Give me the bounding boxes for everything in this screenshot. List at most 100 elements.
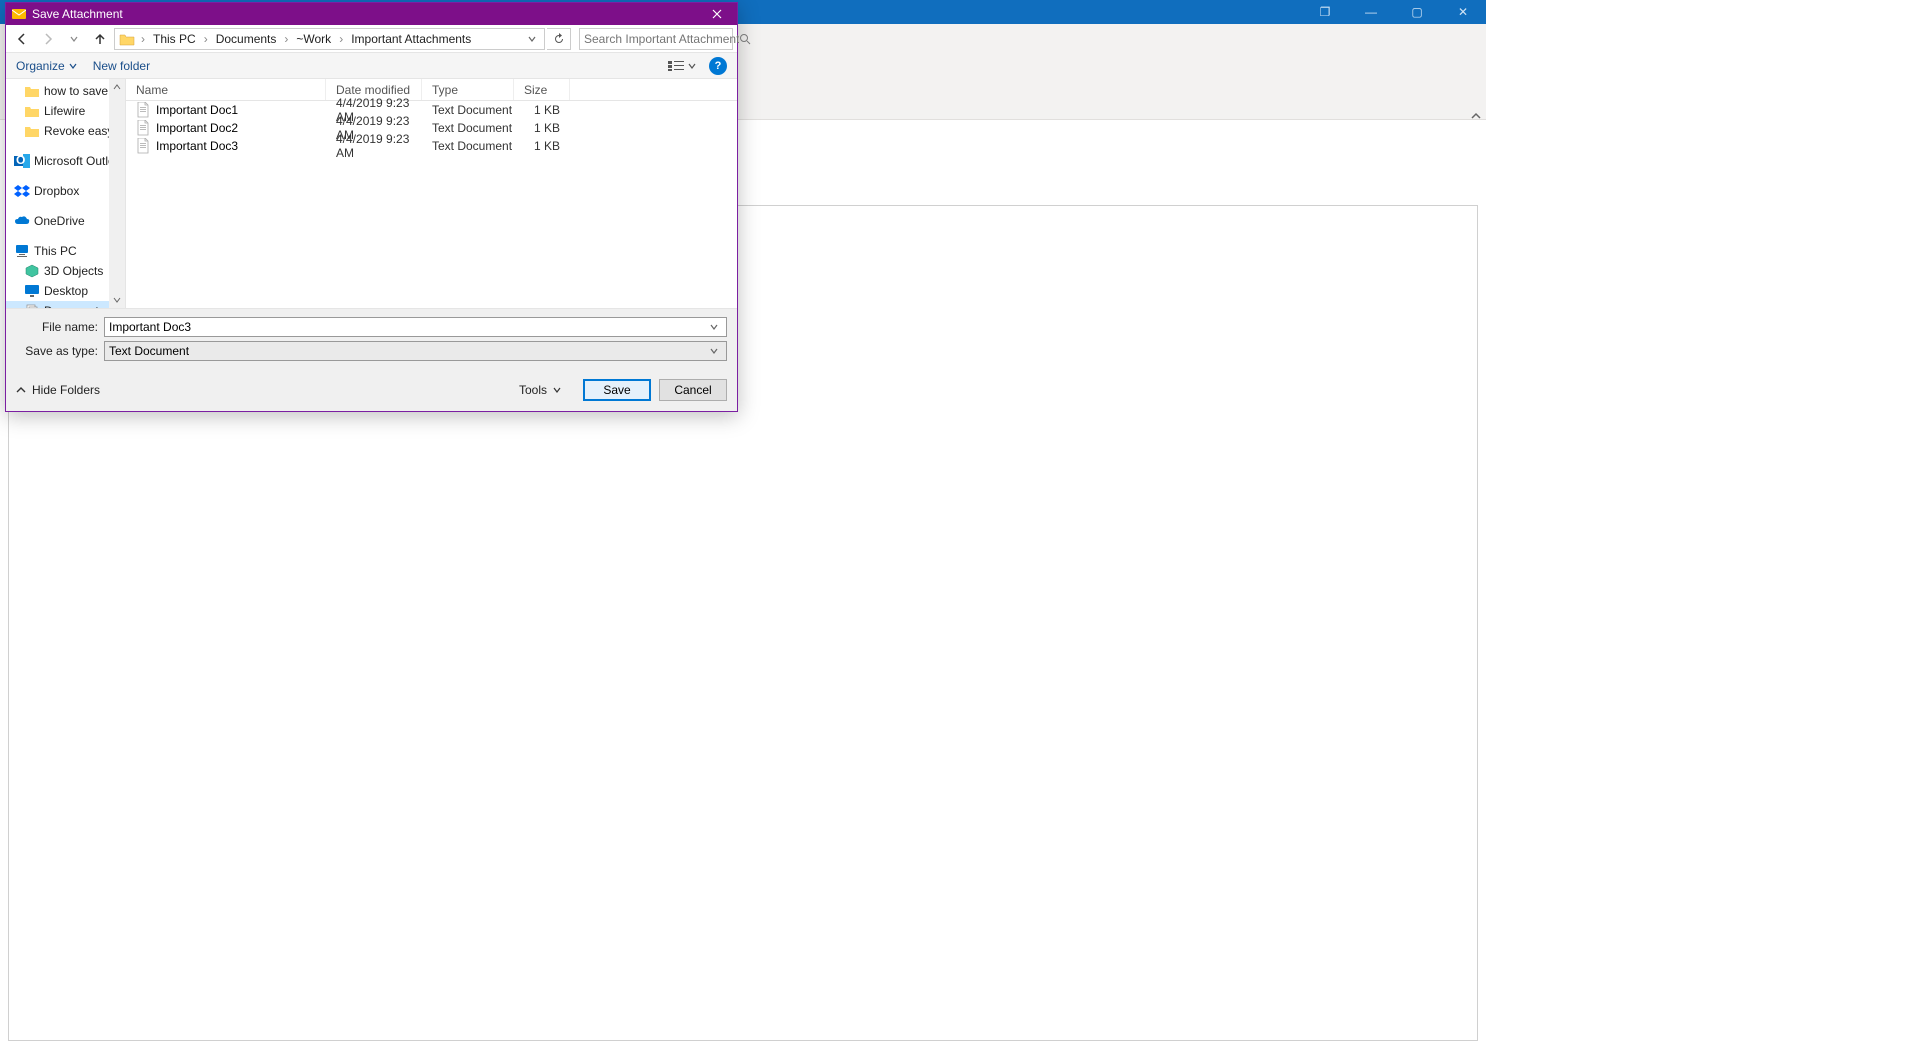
chevron-down-icon[interactable] — [706, 347, 722, 355]
organize-menu[interactable]: Organize — [16, 59, 77, 73]
dialog-close-button[interactable] — [697, 3, 737, 25]
view-options-button[interactable] — [663, 57, 701, 75]
file-row[interactable]: Important Doc24/4/2019 9:23 AMText Docum… — [126, 119, 737, 137]
nav-dropbox[interactable]: Dropbox — [6, 181, 125, 201]
view-icon — [668, 60, 684, 72]
search-input[interactable] — [584, 32, 739, 46]
savetype-value: Text Document — [109, 344, 706, 358]
address-bar: › This PC › Documents › ~Work › Importan… — [6, 25, 737, 53]
savetype-label: Save as type: — [16, 344, 104, 358]
file-row[interactable]: Important Doc14/4/2019 9:23 AMText Docum… — [126, 101, 737, 119]
nav-scrollbar[interactable] — [109, 79, 125, 308]
new-folder-button[interactable]: New folder — [93, 59, 150, 73]
nav-outlook[interactable]: O Microsoft Outlook — [6, 151, 125, 171]
column-name[interactable]: Name — [126, 79, 326, 100]
dropbox-icon — [14, 184, 30, 198]
3d-icon — [24, 264, 40, 278]
nav-folder-item[interactable]: how to save mul — [6, 81, 125, 101]
chevron-right-icon: › — [139, 32, 147, 46]
file-rows[interactable]: Important Doc14/4/2019 9:23 AMText Docum… — [126, 101, 737, 308]
search-box[interactable] — [579, 28, 733, 50]
folder-icon — [24, 84, 40, 98]
chevron-up-icon — [16, 385, 26, 395]
nav-folder-item[interactable]: Revoke easy acc — [6, 121, 125, 141]
column-size[interactable]: Size — [514, 79, 570, 100]
dialog-titlebar[interactable]: Save Attachment — [6, 3, 737, 25]
pc-icon — [14, 244, 30, 258]
nav-onedrive[interactable]: OneDrive — [6, 211, 125, 231]
outlook-popout-button[interactable]: ❐ — [1302, 0, 1348, 24]
address-dropdown-icon[interactable] — [524, 35, 540, 43]
refresh-button[interactable] — [547, 28, 571, 50]
file-row[interactable]: Important Doc34/4/2019 9:23 AMText Docum… — [126, 137, 737, 155]
nav-this-pc[interactable]: This PC — [6, 241, 125, 261]
text-file-icon — [136, 138, 150, 154]
filename-area: File name: Save as type: Text Document — [6, 308, 737, 369]
chevron-right-icon: › — [282, 32, 290, 46]
file-name: Important Doc3 — [156, 139, 238, 153]
cancel-button[interactable]: Cancel — [659, 379, 727, 401]
chevron-right-icon: › — [337, 32, 345, 46]
crumb-documents[interactable]: Documents — [212, 32, 281, 46]
file-list-area: Name Date modified Type Size Important D… — [126, 79, 737, 308]
file-name: Important Doc2 — [156, 121, 238, 135]
ribbon-collapse-icon[interactable] — [1468, 108, 1484, 124]
folder-icon — [24, 104, 40, 118]
file-type: Text Document — [422, 103, 514, 117]
filename-label: File name: — [16, 320, 104, 334]
nav-documents[interactable]: Documents — [6, 301, 125, 308]
outlook-icon: O — [14, 154, 30, 168]
tools-menu[interactable]: Tools — [519, 383, 561, 397]
column-type[interactable]: Type — [422, 79, 514, 100]
nav-up-button[interactable] — [88, 27, 112, 51]
filename-field[interactable] — [104, 317, 727, 337]
navigation-pane[interactable]: how to save mul Lifewire Revoke easy acc… — [6, 79, 126, 308]
chevron-right-icon: › — [202, 32, 210, 46]
folder-icon — [119, 32, 135, 46]
chevron-down-icon — [553, 386, 561, 394]
nav-forward-button[interactable] — [36, 27, 60, 51]
desktop-icon — [24, 284, 40, 298]
save-button[interactable]: Save — [583, 379, 651, 401]
documents-icon — [24, 304, 40, 308]
chevron-down-icon — [688, 62, 696, 70]
nav-3d-objects[interactable]: 3D Objects — [6, 261, 125, 281]
onedrive-icon — [14, 214, 30, 228]
file-name: Important Doc1 — [156, 103, 238, 117]
dialog-title: Save Attachment — [32, 7, 697, 21]
file-size: 1 KB — [514, 139, 570, 153]
hide-folders-button[interactable]: Hide Folders — [16, 383, 100, 397]
crumb-thispc[interactable]: This PC — [149, 32, 200, 46]
chevron-down-icon — [69, 62, 77, 70]
scroll-up-icon[interactable] — [109, 79, 125, 95]
file-size: 1 KB — [514, 103, 570, 117]
savetype-field[interactable]: Text Document — [104, 341, 727, 361]
dialog-toolbar: Organize New folder ? — [6, 53, 737, 79]
crumb-work[interactable]: ~Work — [292, 32, 335, 46]
search-icon[interactable] — [739, 33, 751, 45]
file-type: Text Document — [422, 121, 514, 135]
help-button[interactable]: ? — [709, 57, 727, 75]
breadcrumb-path[interactable]: › This PC › Documents › ~Work › Importan… — [114, 28, 545, 50]
file-date: 4/4/2019 9:23 AM — [326, 132, 422, 160]
nav-back-button[interactable] — [10, 27, 34, 51]
file-size: 1 KB — [514, 121, 570, 135]
text-file-icon — [136, 102, 150, 118]
save-attachment-dialog: Save Attachment › This PC › Documents › … — [5, 2, 738, 412]
crumb-important-attachments[interactable]: Important Attachments — [347, 32, 475, 46]
scroll-down-icon[interactable] — [109, 292, 125, 308]
dialog-footer: Hide Folders Tools Save Cancel — [6, 369, 737, 411]
chevron-down-icon[interactable] — [706, 323, 722, 331]
outlook-minimize-button[interactable]: — — [1348, 0, 1394, 24]
nav-folder-item[interactable]: Lifewire — [6, 101, 125, 121]
file-type: Text Document — [422, 139, 514, 153]
column-headers[interactable]: Name Date modified Type Size — [126, 79, 737, 101]
nav-desktop[interactable]: Desktop — [6, 281, 125, 301]
outlook-close-button[interactable]: ✕ — [1440, 0, 1486, 24]
filename-input[interactable] — [109, 320, 706, 334]
outlook-maximize-button[interactable]: ▢ — [1394, 0, 1440, 24]
folder-icon — [24, 124, 40, 138]
mail-icon — [12, 8, 26, 20]
text-file-icon — [136, 120, 150, 136]
nav-recent-button[interactable] — [62, 27, 86, 51]
